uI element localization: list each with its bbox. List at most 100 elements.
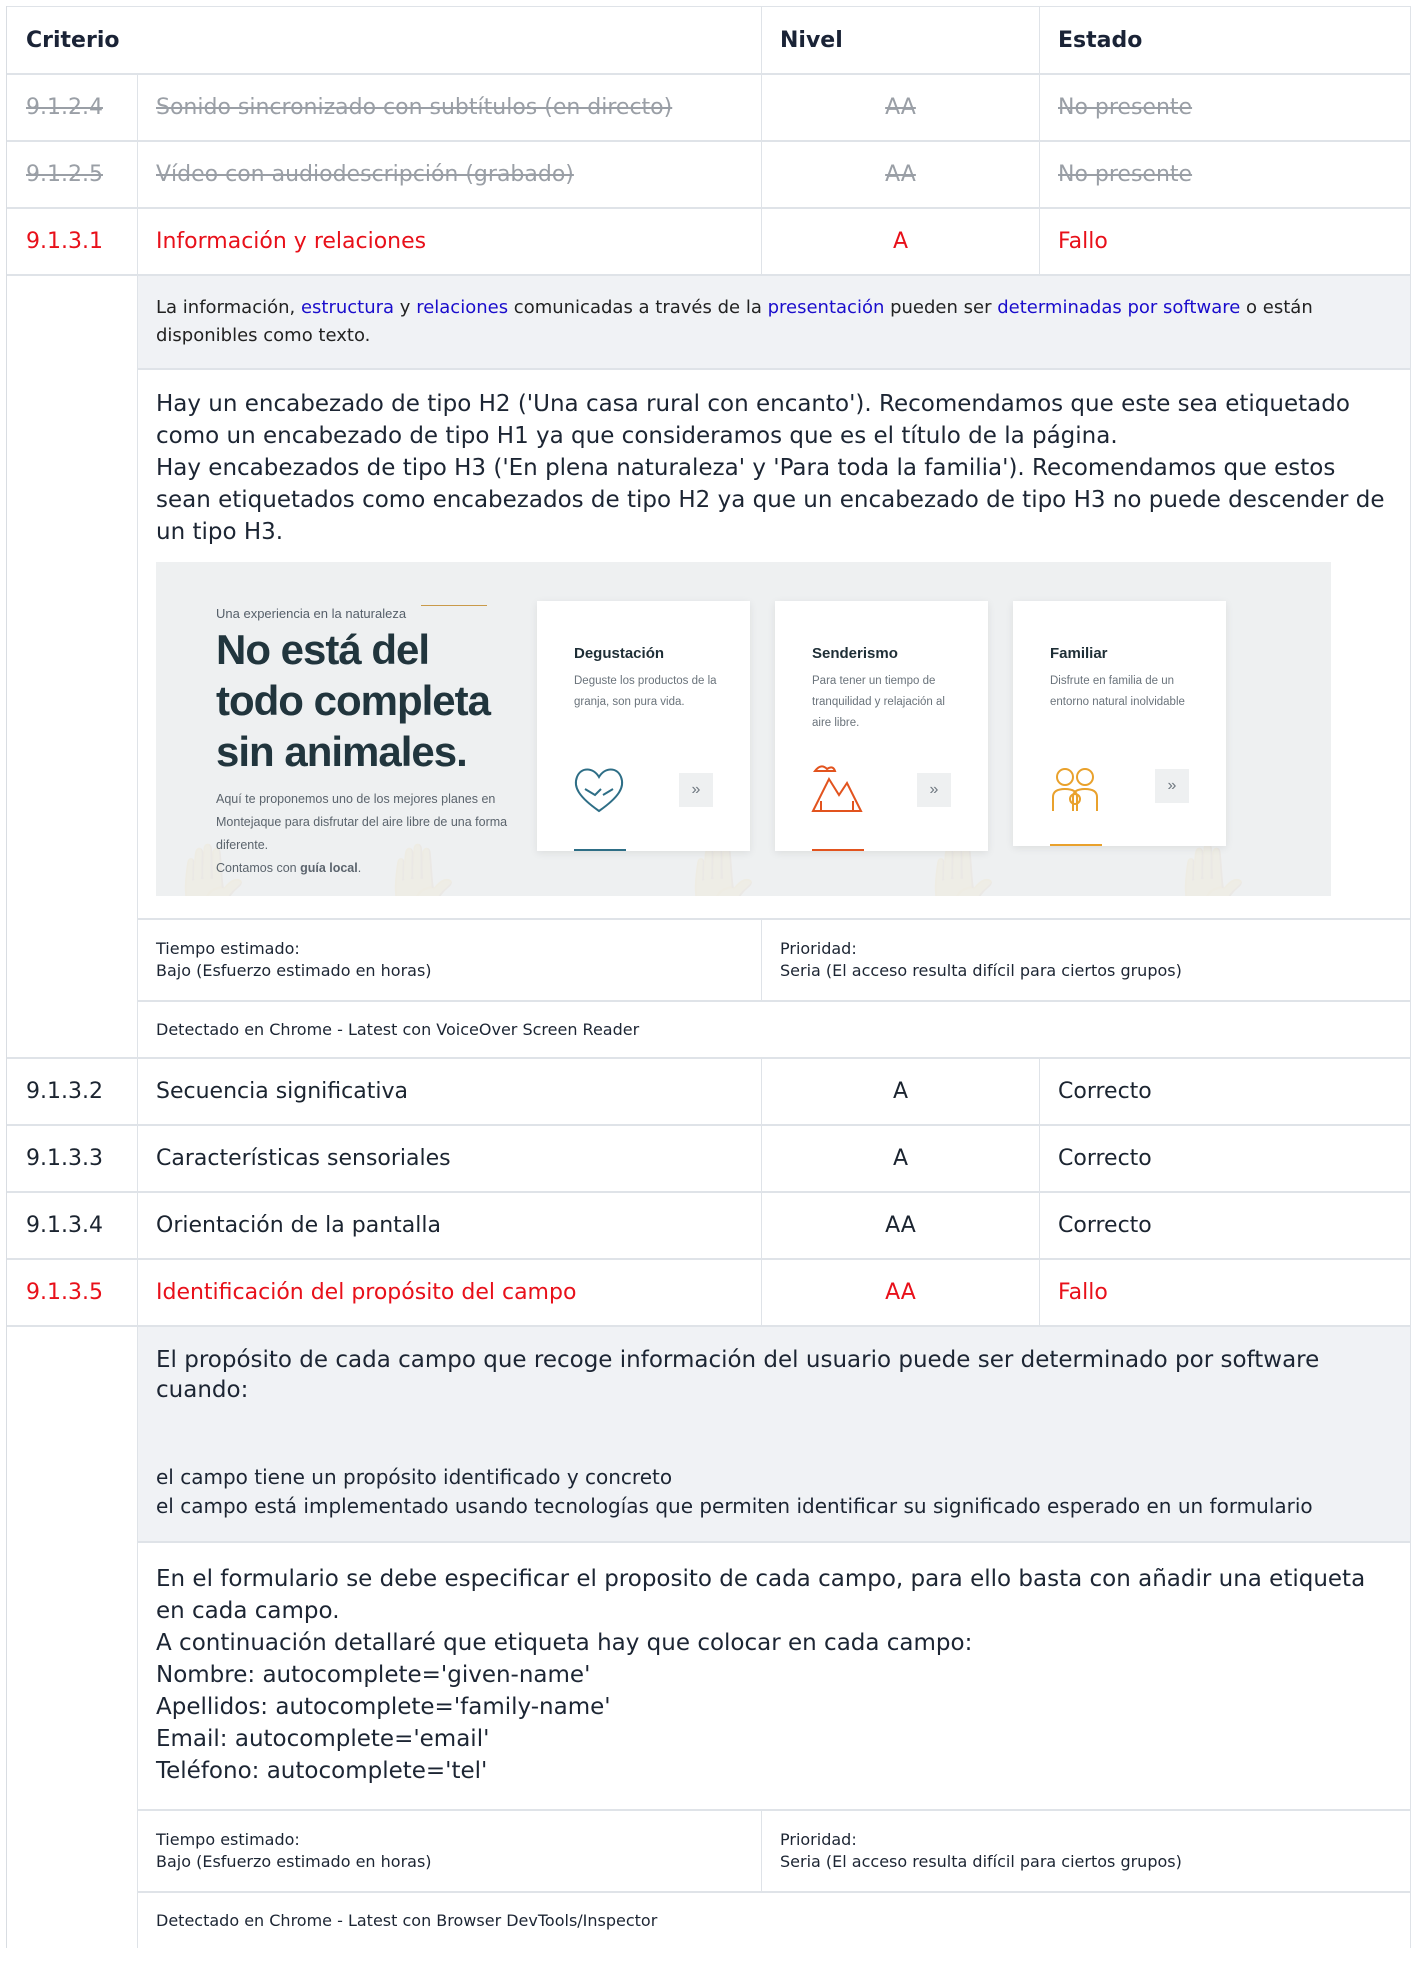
criterion-id: 9.1.2.5	[7, 142, 138, 207]
tiempo-value: Bajo (Esfuerzo estimado en horas)	[156, 1852, 432, 1871]
prioridad-label: Prioridad:	[780, 939, 857, 958]
link-relaciones[interactable]: relaciones	[416, 297, 508, 318]
note-line: En el formulario se debe especificar el …	[156, 1566, 1366, 1624]
desc-item: el campo tiene un propósito identificado…	[156, 1465, 673, 1489]
criterion-id: 9.1.3.5	[7, 1260, 138, 1325]
criterion-level: AA	[762, 1193, 1040, 1258]
card-text: Disfrute en familia de un entorno natura…	[1050, 675, 1185, 708]
activity-card: Degustación Deguste los productos de la …	[537, 601, 750, 851]
criterion-status: Correcto	[1040, 1193, 1411, 1258]
criterion-id: 9.1.3.2	[7, 1059, 138, 1124]
activity-card: Familiar Disfrute en familia de un entor…	[1013, 601, 1226, 846]
criterion-name: Vídeo con audiodescripción (grabado)	[138, 142, 762, 207]
criterion-name: Secuencia significativa	[138, 1059, 762, 1124]
header-estado: Estado	[1040, 7, 1411, 73]
criterion-name: Características sensoriales	[138, 1126, 762, 1191]
tiempo-label: Tiempo estimado:	[156, 939, 300, 958]
header-criterio: Criterio	[7, 7, 762, 73]
note-line: Apellidos: autocomplete='family-name'	[156, 1694, 611, 1720]
card-arrow-button[interactable]: »	[917, 773, 951, 807]
note-line: Hay encabezados de tipo H3 ('En plena na…	[156, 455, 1385, 545]
shot-body-text: .	[357, 861, 362, 875]
criterion-id: 9.1.2.4	[7, 75, 138, 140]
estimate-row: Tiempo estimado: Bajo (Esfuerzo estimado…	[138, 920, 1410, 1002]
heart-hands-icon	[574, 768, 624, 813]
table-row: 9.1.2.5 Vídeo con audiodescripción (grab…	[7, 142, 1411, 209]
hand-decoration: ✋	[916, 841, 1004, 896]
criterion-name: Información y relaciones	[138, 209, 762, 274]
note-line: Nombre: autocomplete='given-name'	[156, 1662, 591, 1688]
link-estructura[interactable]: estructura	[301, 297, 394, 318]
desc-text: comunicadas a través de la	[508, 297, 768, 318]
criterion-id: 9.1.3.1	[7, 209, 138, 274]
prioridad-value: Seria (El acceso resulta difícil para ci…	[780, 961, 1182, 980]
header-nivel: Nivel	[762, 7, 1040, 73]
desc-text: La información,	[156, 297, 301, 318]
table-row: 9.1.3.2 Secuencia significativa A Correc…	[7, 1059, 1411, 1126]
note-line: Teléfono: autocomplete='tel'	[156, 1758, 488, 1784]
tiempo-estimado: Tiempo estimado: Bajo (Esfuerzo estimado…	[138, 920, 762, 1000]
criterion-detail: La información, estructura y relaciones …	[7, 276, 1411, 1059]
criterion-level: AA	[762, 75, 1040, 140]
tiempo-label: Tiempo estimado:	[156, 1830, 300, 1849]
table-row: 9.1.3.4 Orientación de la pantalla AA Co…	[7, 1193, 1411, 1260]
link-presentacion[interactable]: presentación	[768, 297, 885, 318]
estimate-row: Tiempo estimado: Bajo (Esfuerzo estimado…	[138, 1811, 1410, 1893]
shot-headline: No está del todo completa sin animales.	[216, 626, 491, 775]
criterion-id: 9.1.3.3	[7, 1126, 138, 1191]
note-line: Email: autocomplete='email'	[156, 1726, 490, 1752]
card-accent-bar	[574, 849, 626, 851]
shot-body-text: Contamos con	[216, 861, 301, 875]
card-text: Deguste los productos de la granja, son …	[574, 675, 717, 708]
criterion-status: Fallo	[1040, 1260, 1411, 1325]
shot-body-bold: guía local	[300, 861, 358, 875]
hand-decoration: ✋	[1166, 841, 1254, 896]
card-title: Degustación	[574, 645, 665, 662]
prioridad: Prioridad: Seria (El acceso resulta difí…	[762, 1811, 1200, 1891]
table-row: 9.1.3.5 Identificación del propósito del…	[7, 1260, 1411, 1327]
criterion-status: Fallo	[1040, 209, 1411, 274]
desc-main: El propósito de cada campo que recoge in…	[156, 1347, 1320, 1403]
shot-body-text: Aquí te proponemos uno de los mejores pl…	[216, 792, 508, 852]
criterion-name: Identificación del propósito del campo	[138, 1260, 762, 1325]
desc-spacer	[156, 1405, 1390, 1463]
activity-card: Senderismo Para tener un tiempo de tranq…	[775, 601, 988, 851]
desc-text: pueden ser	[884, 297, 998, 318]
tiempo-value: Bajo (Esfuerzo estimado en horas)	[156, 961, 432, 980]
card-arrow-button[interactable]: »	[1155, 769, 1189, 803]
auditor-note: Hay un encabezado de tipo H2 ('Una casa …	[138, 370, 1410, 920]
criterion-status: Correcto	[1040, 1059, 1411, 1124]
link-determinadas-por-software[interactable]: determinadas por software	[997, 297, 1240, 318]
criterion-level: A	[762, 1126, 1040, 1191]
table-row: 9.1.2.4 Sonido sincronizado con subtítul…	[7, 75, 1411, 142]
card-arrow-button[interactable]: »	[679, 773, 713, 807]
hand-decoration: ✋	[676, 841, 764, 896]
card-accent-bar	[1050, 844, 1102, 846]
card-text: Para tener un tiempo de tranquilidad y r…	[812, 675, 945, 729]
desc-text: y	[394, 297, 417, 318]
note-line: Hay un encabezado de tipo H2 ('Una casa …	[156, 391, 1350, 449]
note-line: A continuación detallaré que etiqueta ha…	[156, 1630, 973, 1656]
eyebrow-line	[421, 605, 487, 606]
detected-in: Detectado en Chrome - Latest con VoiceOv…	[138, 1002, 1410, 1059]
accessibility-criteria-table: Criterio Nivel Estado 9.1.2.4 Sonido sin…	[6, 6, 1411, 1948]
card-title: Familiar	[1050, 645, 1108, 662]
criterion-description: La información, estructura y relaciones …	[138, 276, 1410, 370]
criterion-description: El propósito de cada campo que recoge in…	[138, 1327, 1410, 1543]
criterion-level: A	[762, 209, 1040, 274]
table-row: 9.1.3.3 Características sensoriales A Co…	[7, 1126, 1411, 1193]
criterion-level: AA	[762, 142, 1040, 207]
card-title: Senderismo	[812, 645, 898, 662]
criterion-status: No presente	[1040, 142, 1411, 207]
prioridad-value: Seria (El acceso resulta difícil para ci…	[780, 1852, 1182, 1871]
card-accent-bar	[812, 849, 864, 851]
detail-indent	[7, 276, 138, 1059]
table-header: Criterio Nivel Estado	[7, 6, 1411, 75]
criterion-level: AA	[762, 1260, 1040, 1325]
criterion-name: Orientación de la pantalla	[138, 1193, 762, 1258]
auditor-note: En el formulario se debe especificar el …	[138, 1543, 1410, 1811]
family-icon	[1052, 768, 1098, 811]
table-row: 9.1.3.1 Información y relaciones A Fallo	[7, 209, 1411, 276]
mountain-trees-icon	[811, 765, 863, 812]
prioridad-label: Prioridad:	[780, 1830, 857, 1849]
